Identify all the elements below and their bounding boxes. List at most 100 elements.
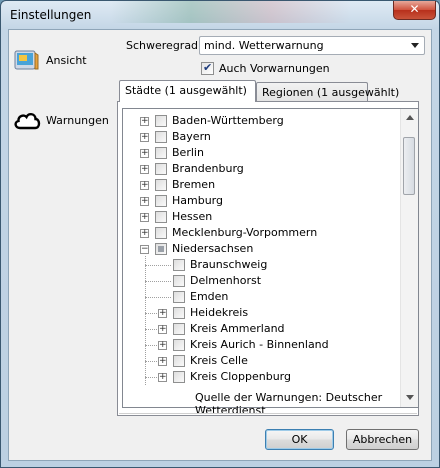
tree-item[interactable]: Delmenhorst xyxy=(123,272,403,289)
tree-item-checkbox[interactable] xyxy=(173,355,185,367)
tree-item-label: Bayern xyxy=(172,130,211,143)
severity-label: Schweregrad: xyxy=(126,39,202,52)
tree-item-label: Niedersachsen xyxy=(172,242,254,255)
tree-item[interactable]: + Kreis Aurich - Binnenland xyxy=(123,336,403,353)
tree-guide-line xyxy=(145,265,171,266)
tree-item-label: Bremen xyxy=(172,178,216,191)
sidebar-item-label: Ansicht xyxy=(46,54,87,67)
tree-guide-line xyxy=(145,281,171,282)
cities-tree: + Baden-Württemberg + Bayern + Berlin + Branden… xyxy=(122,108,419,408)
tree-item-checkbox[interactable] xyxy=(173,275,185,287)
vertical-scrollbar[interactable] xyxy=(400,109,418,407)
close-button[interactable]: ✕ xyxy=(393,1,436,20)
settings-window: Einstellungen ✕ Ansicht Warnungen Schwer… xyxy=(0,0,440,468)
tree-item-checkbox[interactable] xyxy=(155,179,167,191)
tree-item-label: Delmenhorst xyxy=(190,274,262,287)
dialog-client-area: Ansicht Warnungen Schweregrad: mind. Wet… xyxy=(8,29,432,461)
prewarnings-label: Auch Vorwarnungen xyxy=(219,62,330,75)
tree-item-label: Kreis Celle xyxy=(190,354,248,367)
separator xyxy=(119,413,417,415)
tree-item-checkbox[interactable] xyxy=(155,163,167,175)
chevron-down-icon xyxy=(411,43,419,48)
display-icon xyxy=(14,50,39,70)
tree-item[interactable]: + Kreis Ammerland xyxy=(123,320,403,337)
tree-item[interactable]: + Berlin xyxy=(123,145,403,161)
tree-item[interactable]: + Bayern xyxy=(123,129,403,145)
tree-item-checkbox[interactable] xyxy=(173,291,185,303)
expand-icon[interactable]: + xyxy=(158,309,167,318)
tree-guide-line xyxy=(145,329,157,330)
expand-icon[interactable]: + xyxy=(140,117,149,126)
expand-icon[interactable]: + xyxy=(158,325,167,334)
tree-item[interactable]: Braunschweig xyxy=(123,256,403,273)
tree-item-checkbox[interactable] xyxy=(173,307,185,319)
tree-item[interactable]: + Bremen xyxy=(123,177,403,193)
tree-item-checkbox[interactable] xyxy=(173,259,185,271)
tab-label: Städte (1 ausgewählt) xyxy=(125,84,247,97)
expand-icon[interactable]: + xyxy=(140,149,149,158)
tree-item-label: Hessen xyxy=(172,210,213,223)
sidebar-item-ansicht[interactable]: Ansicht xyxy=(9,47,109,87)
tree-item-label: Heidekreis xyxy=(190,306,249,319)
tree-item-label: Hamburg xyxy=(172,194,223,207)
severity-selected-value: mind. Wetterwarnung xyxy=(204,39,324,52)
tab-staedte[interactable]: Städte (1 ausgewählt) xyxy=(119,80,256,102)
expand-icon[interactable]: + xyxy=(158,373,167,382)
tree-item[interactable]: + Mecklenburg-Vorpommern xyxy=(123,225,403,241)
tree-item-label: Mecklenburg-Vorpommern xyxy=(172,226,318,239)
expand-icon[interactable]: + xyxy=(158,341,167,350)
tree-item-label: Berlin xyxy=(172,146,204,159)
tab-regionen[interactable]: Regionen (1 ausgewählt) xyxy=(256,82,399,102)
tree-guide-line xyxy=(145,377,157,378)
sidebar-item-warnungen[interactable]: Warnungen xyxy=(9,107,109,147)
scrollbar-thumb[interactable] xyxy=(403,137,415,195)
tree-item-checkbox[interactable] xyxy=(173,339,185,351)
expand-icon[interactable]: + xyxy=(140,213,149,222)
close-icon: ✕ xyxy=(409,2,420,16)
title-bar[interactable]: Einstellungen ✕ xyxy=(1,1,439,29)
tab-label: Regionen (1 ausgewählt) xyxy=(262,86,400,99)
tree-item-checkbox[interactable] xyxy=(155,195,167,207)
tree-item-label: Kreis Ammerland xyxy=(190,322,285,335)
tree-item-checkbox[interactable] xyxy=(173,323,185,335)
expand-icon[interactable]: + xyxy=(140,197,149,206)
tree-item[interactable]: + Hamburg xyxy=(123,193,403,209)
expand-icon[interactable]: + xyxy=(158,357,167,366)
tree-item-label: Kreis Aurich - Binnenland xyxy=(190,338,329,351)
expand-icon[interactable]: + xyxy=(140,165,149,174)
expand-icon[interactable]: + xyxy=(140,181,149,190)
tree-item-label: Braunschweig xyxy=(190,258,268,271)
tree-item-checkbox[interactable] xyxy=(155,147,167,159)
tree-item-checkbox[interactable] xyxy=(155,211,167,223)
expand-icon[interactable]: + xyxy=(140,133,149,142)
cloud-icon xyxy=(14,113,41,130)
tree-item-label: Emden xyxy=(190,290,229,303)
window-title: Einstellungen xyxy=(10,8,92,22)
tree-item-checkbox[interactable] xyxy=(155,115,167,127)
tree-item-checkbox[interactable] xyxy=(155,227,167,239)
tree-item-label: Kreis Cloppenburg xyxy=(190,370,291,383)
tree-item-checkbox[interactable] xyxy=(173,371,185,383)
tree-guide-line xyxy=(145,345,157,346)
sidebar-item-label: Warnungen xyxy=(46,114,109,127)
tree-item[interactable]: Emden xyxy=(123,288,403,305)
tree-item-checkbox[interactable] xyxy=(155,243,167,255)
ok-button[interactable]: OK xyxy=(265,429,334,450)
tree-item-checkbox[interactable] xyxy=(155,131,167,143)
tree-item[interactable]: + Baden-Württemberg xyxy=(123,113,403,129)
tree-guide-line xyxy=(145,297,171,298)
collapse-icon[interactable]: − xyxy=(140,245,149,254)
tree-item[interactable]: + Brandenburg xyxy=(123,161,403,177)
tree-guide-line xyxy=(145,361,157,362)
tree-item[interactable]: − Niedersachsen xyxy=(123,241,403,257)
expand-icon[interactable]: + xyxy=(140,229,149,238)
tree-item[interactable]: + Heidekreis xyxy=(123,304,403,321)
tree-item[interactable]: + Kreis Celle xyxy=(123,352,403,369)
prewarnings-checkbox[interactable] xyxy=(201,61,214,75)
cancel-button[interactable]: Abbrechen xyxy=(346,429,419,450)
tree-item[interactable]: + Kreis Cloppenburg xyxy=(123,368,403,385)
tree-item-label: Brandenburg xyxy=(172,162,244,175)
severity-select[interactable]: mind. Wetterwarnung xyxy=(199,36,425,55)
scroll-up-arrow-icon[interactable] xyxy=(406,115,414,120)
tree-item[interactable]: + Hessen xyxy=(123,209,403,225)
